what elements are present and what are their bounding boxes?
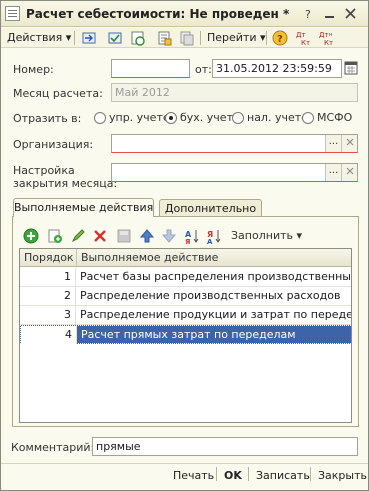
fill-menu-label: Заполнить (231, 229, 293, 242)
title-bar[interactable]: Расчет себестоимости: Не проведен * ? (1, 1, 368, 27)
end-edit-icon (117, 229, 131, 243)
actions-menu-label: Действия (7, 31, 63, 44)
close-button[interactable]: Закрыть (318, 468, 367, 484)
comment-field[interactable]: прямые (92, 437, 358, 456)
table-row-selected[interactable]: 4 Расчет прямых затрат по переделам (20, 325, 351, 344)
ok-button[interactable]: OK (224, 468, 242, 484)
toolbar-separator (266, 31, 267, 45)
actions-menu[interactable]: Действия ▾ (7, 30, 71, 46)
radio-mgmt-accounting-label: упр. учете (109, 111, 170, 124)
cell-action: Распределение продукции и затрат по пере… (80, 308, 352, 321)
number-label: Номер: (13, 63, 54, 76)
month-field: Май 2012 (111, 83, 358, 102)
tab-actions[interactable]: Выполняемые действия (13, 198, 154, 217)
cell-order: 2 (20, 287, 76, 305)
cell-order: 3 (20, 306, 76, 324)
post-icon[interactable] (107, 30, 123, 46)
document-icon (5, 6, 20, 21)
svg-text:?: ? (305, 8, 311, 20)
date-field[interactable]: 31.05.2012 23:59:59 (212, 59, 342, 78)
copy-row-icon[interactable] (47, 228, 63, 244)
date-prefix-label: от: (195, 63, 212, 76)
radio-ifrs[interactable] (302, 112, 314, 124)
radio-tax-accounting[interactable] (232, 112, 244, 124)
delete-icon[interactable] (92, 228, 108, 244)
radio-book-accounting-label: бух. учете (180, 111, 240, 124)
radio-tax-accounting-label: нал. учете (247, 111, 308, 124)
add-icon[interactable] (23, 228, 39, 244)
organization-clear-button[interactable] (341, 135, 357, 152)
sort-ascending-icon[interactable]: AЯ (184, 228, 200, 244)
table-row[interactable]: 1 Расчет базы распределения производстве… (20, 268, 352, 287)
fill-menu[interactable]: Заполнить ▾ (231, 229, 302, 242)
organization-label: Организация: (13, 138, 94, 151)
sort-descending-icon[interactable]: ЯA (206, 228, 222, 244)
footer-divider (1, 463, 368, 464)
help-circle-icon[interactable]: ? (272, 30, 288, 46)
calendar-icon[interactable] (344, 60, 358, 76)
radio-book-accounting[interactable] (165, 112, 177, 124)
structure-icon[interactable] (156, 30, 172, 46)
radio-ifrs-label: МСФО (317, 111, 353, 124)
window-title: Расчет себестоимости: Не проведен * (26, 7, 290, 21)
cell-action: Расчет прямых затрат по переделам (81, 328, 296, 341)
minimize-icon[interactable] (323, 7, 336, 20)
svg-text:Кт: Кт (324, 39, 333, 46)
close-setup-label-line2: закрытия месяца: (13, 177, 118, 190)
main-toolbar: Действия ▾ Перейти ▾ ? Дт Кт Дт н Кт (1, 28, 368, 48)
tab-additional[interactable]: Дополнительно (159, 199, 262, 217)
footer-separator (248, 467, 249, 481)
svg-text:Кт: Кт (301, 39, 310, 46)
move-up-icon[interactable] (139, 228, 155, 244)
close-setup-label-line1: Настройка (13, 164, 75, 177)
post-and-close-icon[interactable] (81, 30, 97, 46)
column-header-action[interactable]: Выполняемое действие (77, 249, 351, 267)
number-field[interactable] (111, 59, 190, 78)
month-label: Месяц расчета: (13, 87, 103, 100)
document-window: Расчет себестоимости: Не проведен * ? Де… (0, 0, 369, 491)
toolbar-separator (74, 31, 75, 45)
table-header: Порядок Выполняемое действие (20, 249, 351, 267)
actions-table[interactable]: Порядок Выполняемое действие 1 Расчет ба… (19, 248, 352, 423)
svg-text:Я: Я (185, 238, 190, 244)
goto-menu-label: Перейти (207, 31, 257, 44)
dt-kt-icon[interactable]: ДтКт (295, 30, 311, 46)
close-setup-clear-button[interactable] (341, 164, 357, 181)
svg-text:?: ? (277, 34, 283, 45)
close-icon[interactable] (344, 7, 357, 20)
svg-text:A: A (207, 238, 213, 244)
move-down-icon (161, 229, 177, 243)
cell-action: Распределение производственных расходов (80, 289, 341, 302)
edit-pencil-icon[interactable] (70, 228, 86, 244)
close-setup-select-button[interactable]: ... (325, 164, 341, 181)
footer-separator (310, 467, 311, 481)
column-header-order[interactable]: Порядок (20, 249, 77, 267)
toolbar-separator (200, 31, 201, 45)
organization-select-button[interactable]: ... (325, 135, 341, 152)
refresh-icon[interactable] (130, 30, 146, 46)
goto-menu[interactable]: Перейти ▾ (207, 30, 266, 46)
cell-order: 4 (21, 326, 77, 344)
help-icon[interactable]: ? (302, 7, 315, 21)
close-setup-field[interactable]: ... (111, 163, 358, 182)
svg-text:н: н (329, 32, 332, 38)
cell-order: 1 (20, 268, 76, 286)
copy-doc-icon[interactable] (179, 30, 195, 46)
svg-text:Дт: Дт (296, 31, 306, 39)
save-button[interactable]: Записать (256, 468, 310, 484)
organization-field[interactable]: ... (111, 134, 358, 153)
table-row[interactable]: 2 Распределение производственных расходо… (20, 287, 351, 306)
dt-kt-tax-icon[interactable]: Дт нКт (318, 30, 334, 46)
radio-mgmt-accounting[interactable] (94, 112, 106, 124)
print-button[interactable]: Печать (173, 468, 214, 484)
reflect-label: Отразить в: (13, 112, 82, 125)
svg-text:Дт: Дт (319, 31, 329, 39)
comment-label: Комментарий: (11, 441, 95, 454)
footer-separator (216, 467, 217, 481)
cell-action: Расчет базы распределения производственн… (80, 270, 352, 283)
table-row[interactable]: 3 Распределение продукции и затрат по пе… (20, 306, 352, 325)
